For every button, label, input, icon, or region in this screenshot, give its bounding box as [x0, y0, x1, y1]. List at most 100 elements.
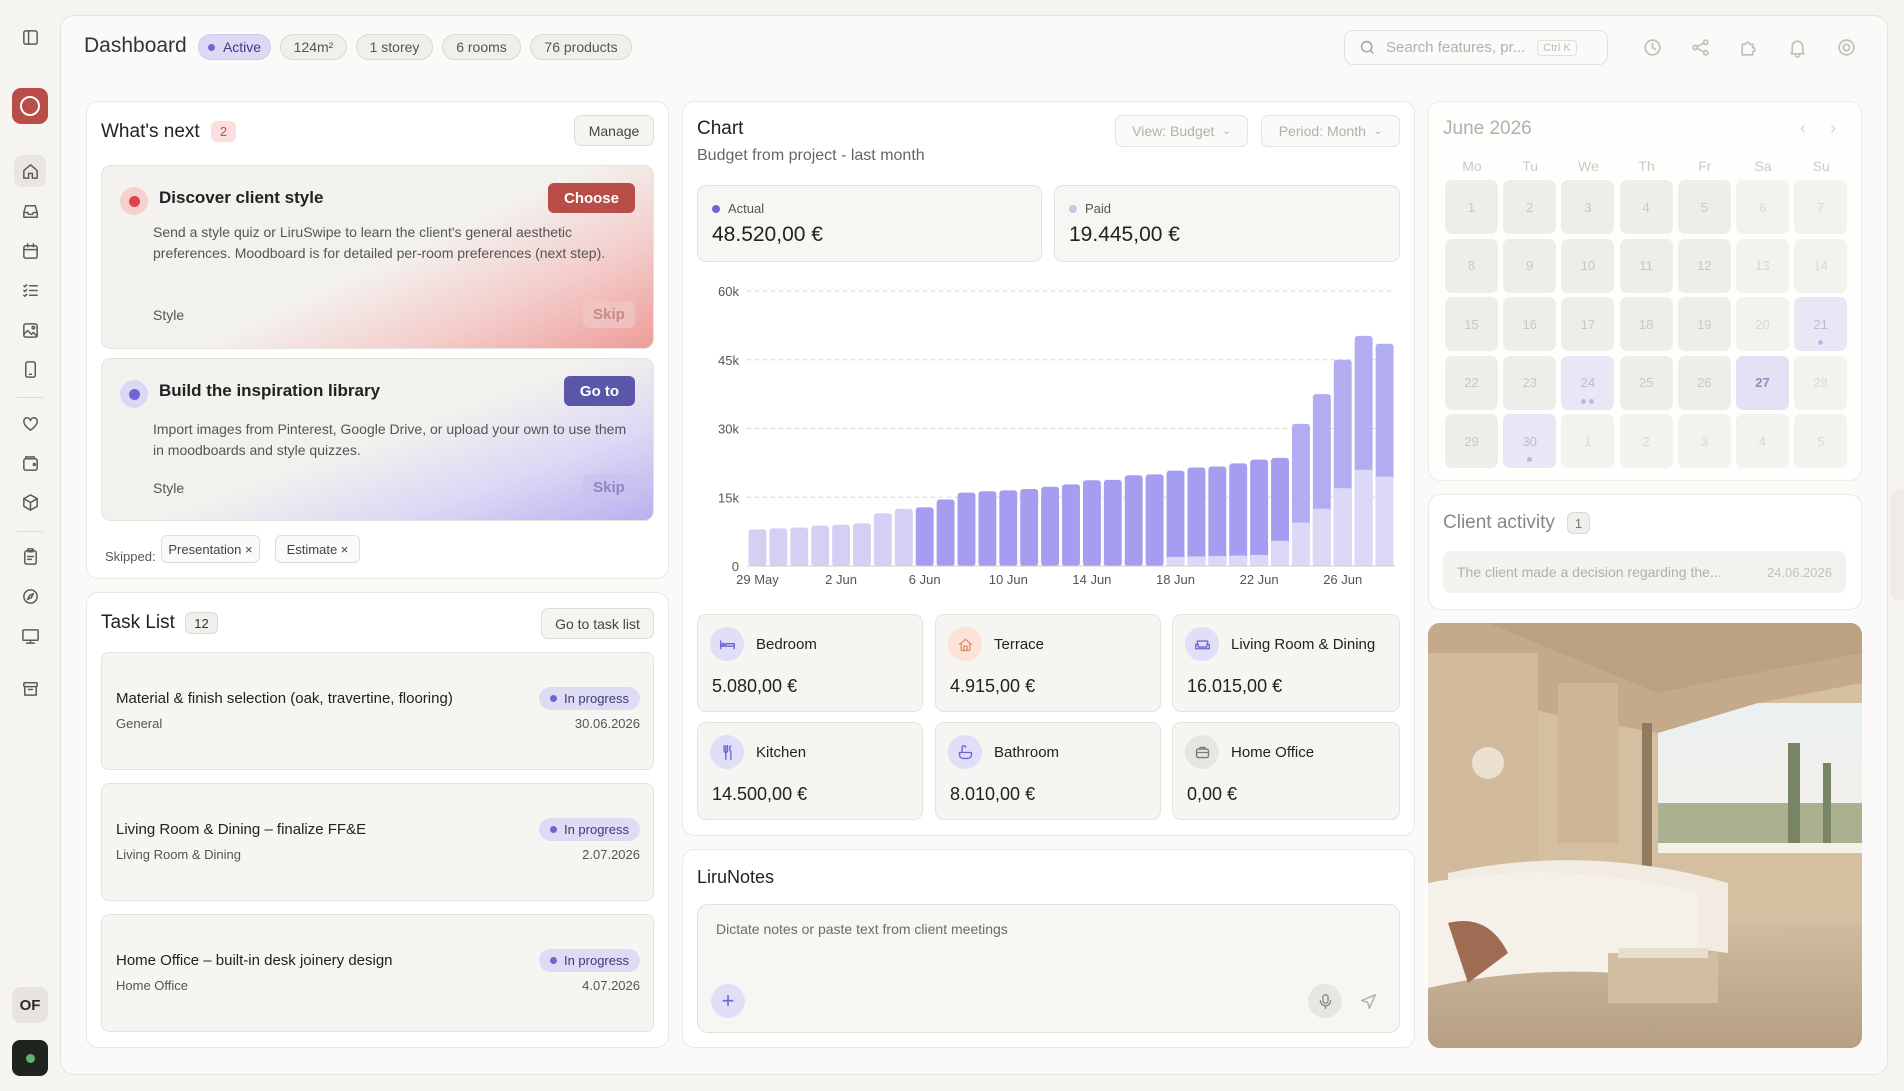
calendar-day[interactable]: 23	[1503, 355, 1557, 410]
puzzle-icon[interactable]	[1736, 35, 1760, 59]
calendar-day[interactable]: 1	[1561, 414, 1615, 468]
whats-next-count: 2	[211, 121, 236, 142]
collapse-panel-handle[interactable]	[1890, 490, 1904, 600]
calendar-day[interactable]: 19	[1677, 297, 1731, 351]
room-card-home-office[interactable]: Home Office 0,00 €	[1172, 722, 1400, 820]
notes-input[interactable]: Dictate notes or paste text from client …	[697, 904, 1400, 1033]
choose-button[interactable]: Choose	[548, 183, 635, 213]
heart-icon[interactable]	[14, 407, 46, 439]
calendar-day[interactable]: 8	[1445, 238, 1498, 293]
go-to-task-list-button[interactable]: Go to task list	[541, 608, 654, 639]
calendar-day[interactable]: 30	[1503, 414, 1557, 468]
settings-icon[interactable]	[1834, 35, 1858, 59]
calendar-day[interactable]: 21	[1794, 297, 1848, 351]
bar-paid	[1271, 540, 1289, 566]
manage-button[interactable]: Manage	[574, 115, 654, 146]
calendar-day[interactable]: 6	[1736, 180, 1789, 234]
calendar-day[interactable]: 11	[1619, 238, 1673, 293]
checklist-icon[interactable]	[14, 274, 46, 306]
skip-button[interactable]: Skip	[583, 474, 635, 501]
history-icon[interactable]	[1640, 35, 1664, 59]
whats-next-title: What's next	[101, 121, 200, 142]
calendar-day[interactable]: 4	[1619, 180, 1673, 234]
workspace-switcher[interactable]	[12, 1040, 48, 1076]
calendar-day[interactable]: 20	[1736, 297, 1789, 351]
prev-month-icon[interactable]: ‹	[1800, 118, 1806, 139]
calendar-day[interactable]: 2	[1619, 414, 1673, 468]
calendar-day[interactable]: 2	[1503, 180, 1557, 234]
inbox-icon[interactable]	[14, 195, 46, 227]
calendar-day[interactable]: 17	[1561, 297, 1615, 351]
add-icon[interactable]: +	[711, 984, 745, 1018]
app-logo[interactable]	[12, 88, 48, 124]
calendar-day[interactable]: 12	[1677, 238, 1731, 293]
wallet-icon[interactable]	[14, 447, 46, 479]
archive-icon[interactable]	[14, 672, 46, 704]
calendar-day[interactable]: 4	[1736, 414, 1789, 468]
view-dropdown[interactable]: View: Budget ⌄	[1115, 115, 1248, 147]
calendar-day[interactable]: 27	[1736, 355, 1789, 410]
room-card-kitchen[interactable]: Kitchen 14.500,00 €	[697, 722, 923, 820]
calendar-day[interactable]: 1	[1445, 180, 1498, 234]
activity-item[interactable]: The client made a decision regarding the…	[1443, 551, 1846, 593]
next-month-icon[interactable]: ›	[1830, 118, 1836, 139]
clipboard-icon[interactable]	[14, 540, 46, 572]
calendar-day[interactable]: 14	[1794, 238, 1848, 293]
y-tick-label: 60k	[718, 284, 739, 299]
microphone-icon[interactable]	[1308, 984, 1342, 1018]
room-card-bedroom[interactable]: Bedroom 5.080,00 €	[697, 614, 923, 712]
calendar-day[interactable]: 22	[1445, 355, 1498, 410]
calendar-day[interactable]: 24	[1561, 355, 1615, 410]
skip-button[interactable]: Skip	[583, 301, 635, 328]
user-avatar[interactable]: OF	[12, 987, 48, 1023]
storey-chip: 1 storey	[356, 34, 433, 60]
calendar-day[interactable]: 7	[1794, 180, 1848, 234]
task-row[interactable]: Living Room & Dining – finalize FF&E In …	[101, 783, 654, 901]
calendar-day[interactable]: 9	[1503, 238, 1557, 293]
bell-icon[interactable]	[1785, 35, 1809, 59]
client-activity-count: 1	[1567, 512, 1590, 534]
weekday-label: Mo	[1462, 158, 1482, 174]
calendar-day[interactable]: 15	[1445, 297, 1498, 351]
calendar-day[interactable]: 16	[1503, 297, 1557, 351]
calendar-day[interactable]: 5	[1794, 414, 1848, 468]
calendar-day[interactable]: 10	[1561, 238, 1615, 293]
search-shortcut: Ctrl K	[1537, 39, 1577, 56]
room-name: Living Room & Dining	[1231, 636, 1376, 653]
send-icon[interactable]	[1351, 984, 1385, 1018]
task-date: 2.07.2026	[582, 847, 640, 862]
bar-paid	[1354, 469, 1373, 566]
sidebar-toggle-icon[interactable]	[14, 21, 46, 53]
calendar-day[interactable]: 18	[1619, 297, 1673, 351]
skipped-chip-presentation[interactable]: Presentation ×	[161, 535, 260, 563]
share-icon[interactable]	[1688, 35, 1712, 59]
search-input[interactable]: Search features, pr... Ctrl K	[1344, 30, 1608, 65]
task-title: Home Office – built-in desk joinery desi…	[116, 952, 393, 969]
room-card-bathroom[interactable]: Bathroom 8.010,00 €	[935, 722, 1161, 820]
compass-icon[interactable]	[14, 580, 46, 612]
calendar-day[interactable]: 25	[1619, 355, 1673, 410]
tablet-icon[interactable]	[14, 353, 46, 385]
calendar-day[interactable]: 13	[1736, 238, 1789, 293]
image-icon[interactable]	[14, 314, 46, 346]
calendar-icon[interactable]	[14, 235, 46, 267]
calendar-day[interactable]: 3	[1561, 180, 1615, 234]
room-card-terrace[interactable]: Terrace 4.915,00 €	[935, 614, 1161, 712]
go-to-button[interactable]: Go to	[564, 376, 635, 406]
home-icon[interactable]	[14, 155, 46, 187]
period-dropdown[interactable]: Period: Month ⌄	[1261, 115, 1400, 147]
room-card-living[interactable]: Living Room & Dining 16.015,00 €	[1172, 614, 1400, 712]
task-row[interactable]: Material & finish selection (oak, traver…	[101, 652, 654, 770]
calendar-day[interactable]: 28	[1794, 355, 1848, 410]
presentation-icon[interactable]	[14, 620, 46, 652]
bar-paid	[1375, 476, 1394, 566]
calendar-day[interactable]: 5	[1677, 180, 1731, 234]
skipped-chip-estimate[interactable]: Estimate ×	[275, 535, 360, 563]
calendar-day[interactable]: 3	[1677, 414, 1731, 468]
box-icon[interactable]	[14, 486, 46, 518]
chevron-down-icon: ⌄	[1373, 125, 1383, 137]
task-row[interactable]: Home Office – built-in desk joinery desi…	[101, 914, 654, 1032]
calendar-day[interactable]: 29	[1445, 414, 1498, 468]
x-tick-label: 2 Jun	[825, 572, 857, 587]
calendar-day[interactable]: 26	[1677, 355, 1731, 410]
